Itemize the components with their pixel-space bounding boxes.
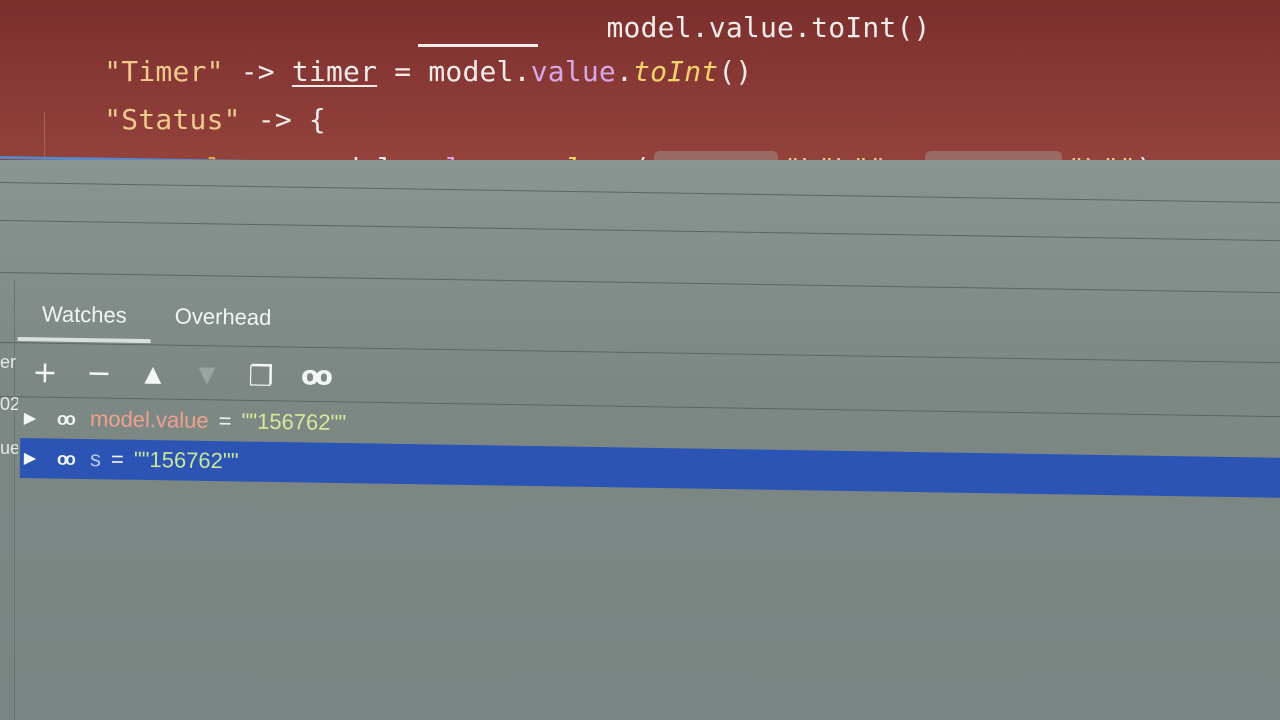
code-editor[interactable]: model.value.toInt() "Timer" -> timer = m… xyxy=(0,0,1280,165)
watch-value: ""156762"" xyxy=(241,408,347,436)
expand-arrow-icon[interactable]: ▶ xyxy=(20,448,40,468)
copy-icon[interactable]: ❐ xyxy=(244,358,279,393)
indent-guide xyxy=(44,112,45,162)
code-text: . xyxy=(616,55,634,88)
property-value: value xyxy=(530,55,616,88)
watch-equals: = xyxy=(110,446,125,472)
move-down-icon[interactable]: ▼ xyxy=(190,358,225,393)
watch-equals: = xyxy=(218,408,232,434)
debug-tabs: Watches Overhead xyxy=(18,288,296,344)
watches-toolbar: + − ▲ ▼ ❐ oo xyxy=(28,350,333,399)
watch-glasses-icon: oo xyxy=(56,448,74,469)
code-text: = model. xyxy=(377,55,531,88)
expand-arrow-icon[interactable]: ▶ xyxy=(20,408,40,428)
function-call: toInt xyxy=(633,55,719,88)
side-panel-edge xyxy=(0,280,15,720)
remove-icon[interactable]: − xyxy=(82,355,117,390)
side-panel-fragment: ue xyxy=(0,438,18,458)
move-up-icon[interactable]: ▲ xyxy=(136,357,171,392)
side-panel-fragment: 02 xyxy=(0,394,18,414)
glasses-icon[interactable]: oo xyxy=(298,359,333,394)
debug-panel: er 02 ue Watches Overhead + − ▲ ▼ ❐ oo ▶… xyxy=(0,160,1280,720)
watch-name: model.value xyxy=(89,406,209,433)
tab-overhead[interactable]: Overhead xyxy=(150,293,295,341)
add-icon[interactable]: + xyxy=(28,355,63,390)
code-text: () xyxy=(718,55,753,88)
divider xyxy=(0,182,1280,204)
side-panel-fragment: er xyxy=(0,352,17,372)
watch-name: s xyxy=(89,446,102,472)
watch-glasses-icon: oo xyxy=(56,408,74,429)
divider xyxy=(0,220,1280,242)
tab-watches[interactable]: Watches xyxy=(18,291,151,339)
code-line-val: val s = model.value.replace(oldValue:"\"… xyxy=(104,118,1153,165)
watch-value: ""156762"" xyxy=(133,446,239,474)
